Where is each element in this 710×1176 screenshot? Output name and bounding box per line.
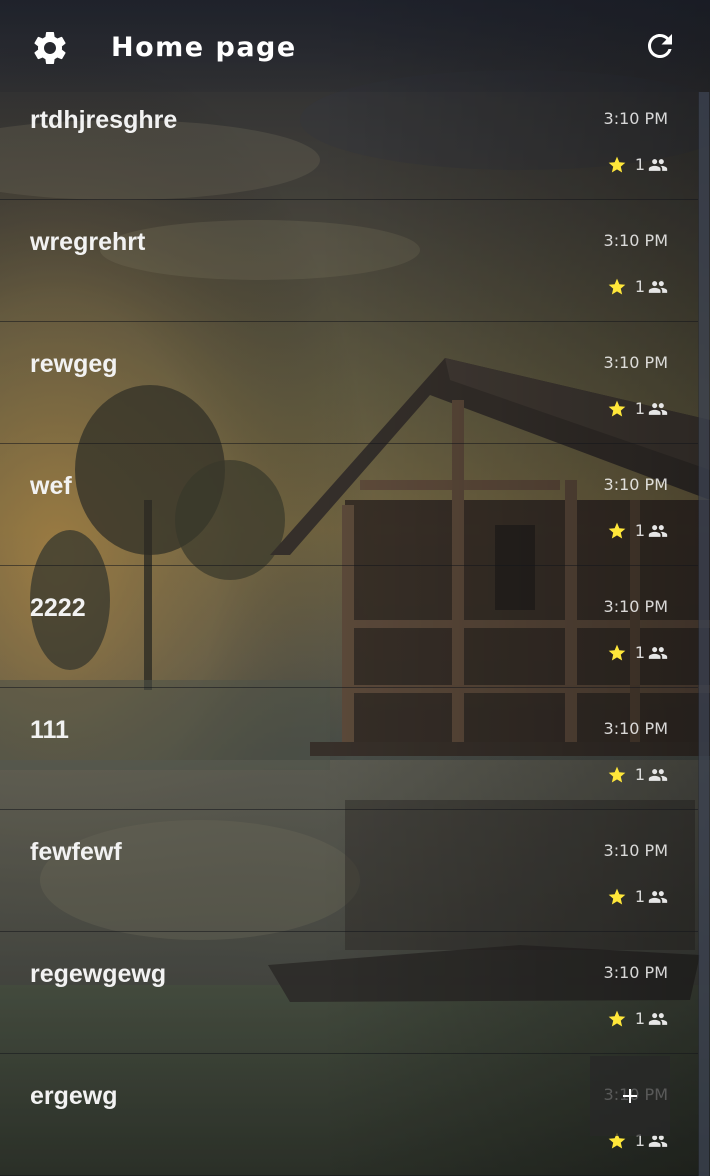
item-meta: 1	[607, 765, 668, 785]
scrollbar[interactable]	[698, 92, 710, 1176]
list-item[interactable]: regewgewg 3:10 PM 1	[0, 932, 698, 1054]
item-meta: 1	[607, 277, 668, 297]
item-title: ergewg	[30, 1082, 118, 1110]
star-icon	[607, 1009, 627, 1029]
people-icon	[648, 765, 668, 785]
gear-icon	[30, 31, 70, 72]
item-meta: 1	[607, 1009, 668, 1029]
list-item[interactable]: fewfewf 3:10 PM 1	[0, 810, 698, 932]
star-icon	[607, 765, 627, 785]
list-item[interactable]: 2222 3:10 PM 1	[0, 566, 698, 688]
app-root: Home page rtdhjresghre 3:10 PM 1 wregrehrt 3…	[0, 0, 710, 1176]
item-meta: 1	[607, 643, 668, 663]
star-icon	[607, 887, 627, 907]
item-time: 3:10 PM	[603, 841, 668, 860]
item-time: 3:10 PM	[603, 353, 668, 372]
people-icon	[648, 887, 668, 907]
item-title: wef	[30, 472, 72, 500]
people-icon	[648, 521, 668, 541]
list-item[interactable]: wef 3:10 PM 1	[0, 444, 698, 566]
room-list: rtdhjresghre 3:10 PM 1 wregrehrt 3:10 PM 1 rew…	[0, 78, 698, 1176]
item-meta: 1	[607, 521, 668, 541]
star-icon	[607, 155, 627, 175]
star-icon	[607, 399, 627, 419]
member-count: 1	[634, 765, 645, 784]
item-title: regewgewg	[30, 960, 167, 988]
member-count: 1	[634, 521, 645, 540]
refresh-icon	[642, 34, 678, 68]
people-icon	[648, 399, 668, 419]
item-title: rtdhjresghre	[30, 106, 178, 134]
item-title: wregrehrt	[30, 228, 146, 256]
item-time: 3:10 PM	[603, 475, 668, 494]
item-meta: 1	[607, 155, 668, 175]
item-time: 3:10 PM	[603, 597, 668, 616]
people-icon	[648, 1009, 668, 1029]
item-time: 3:10 PM	[603, 231, 668, 250]
item-time: 3:10 PM	[603, 109, 668, 128]
list-item[interactable]: rewgeg 3:10 PM 1	[0, 322, 698, 444]
star-icon	[607, 277, 627, 297]
item-time: 3:10 PM	[603, 963, 668, 982]
list-item[interactable]: wregrehrt 3:10 PM 1	[0, 200, 698, 322]
member-count: 1	[634, 643, 645, 662]
list-item[interactable]: 111 3:10 PM 1	[0, 688, 698, 810]
item-title: fewfewf	[30, 838, 122, 866]
item-meta: 1	[607, 887, 668, 907]
people-icon	[648, 155, 668, 175]
member-count: 1	[634, 399, 645, 418]
refresh-button[interactable]	[642, 28, 678, 64]
item-meta: 1	[607, 399, 668, 419]
item-time: 3:10 PM	[603, 719, 668, 738]
member-count: 1	[634, 155, 645, 174]
add-button[interactable]	[590, 1056, 670, 1136]
item-title: 111	[30, 716, 69, 744]
list-item[interactable]: rtdhjresghre 3:10 PM 1	[0, 78, 698, 200]
member-count: 1	[634, 1009, 645, 1028]
member-count: 1	[634, 887, 645, 906]
settings-button[interactable]	[30, 28, 70, 68]
member-count: 1	[634, 277, 645, 296]
star-icon	[607, 643, 627, 663]
people-icon	[648, 277, 668, 297]
item-title: rewgeg	[30, 350, 118, 378]
star-icon	[607, 521, 627, 541]
people-icon	[648, 643, 668, 663]
top-app-bar: Home page	[0, 0, 710, 92]
page-title: Home page	[111, 32, 297, 63]
item-title: 2222	[30, 594, 86, 622]
scrollbar-thumb[interactable]	[699, 92, 709, 1176]
